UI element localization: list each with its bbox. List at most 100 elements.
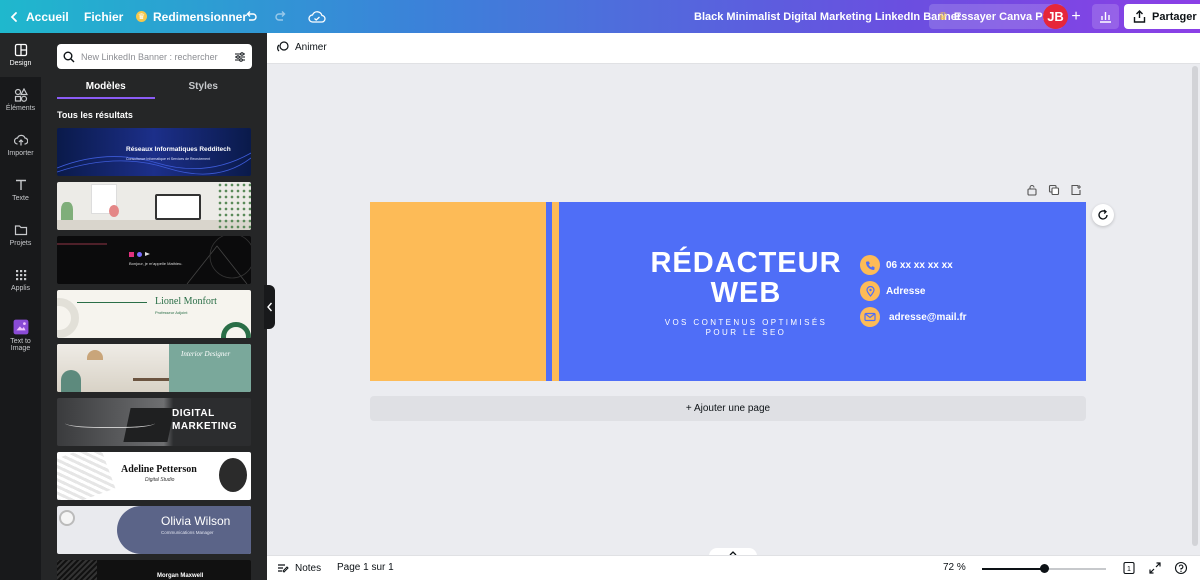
plus-icon: + [1071,7,1081,25]
rail-label: Applis [10,285,31,292]
filter-icon[interactable] [234,51,246,63]
notes-button[interactable]: Notes [277,562,321,574]
template-thumbnail[interactable]: Morgan Maxwell [57,560,251,580]
elements-icon [14,88,28,102]
address-text: Adresse [886,285,926,297]
redo-button[interactable] [274,0,288,33]
help-icon[interactable] [1174,561,1188,575]
undo-button[interactable] [244,0,258,33]
page-count-icon[interactable]: 1 [1122,561,1136,575]
template-title: Réseaux Informatiques Redditech [126,146,231,153]
email-text: adresse@mail.fr [889,311,967,323]
lamp-decoration [87,350,103,360]
template-title: Morgan Maxwell [157,573,204,579]
template-thumbnail[interactable]: Lionel Monfort Professeur Adjoint [57,290,251,338]
lock-icon[interactable] [1026,184,1038,196]
zoom-slider-handle[interactable] [1039,564,1049,573]
animate-button[interactable]: Animer [277,41,327,53]
add-page-button[interactable]: + Ajouter une page [370,396,1086,421]
template-subtitle: Professeur Adjoint [155,310,188,315]
template-thumbnail[interactable]: DIGITAL MARKETING [57,398,251,446]
yellow-block [370,202,546,381]
chevron-left-icon [266,302,272,312]
avatar[interactable]: JB [1043,4,1068,29]
fullscreen-icon[interactable] [1148,561,1162,575]
resize-button[interactable]: ♛ Redimensionner [136,0,247,33]
upload-icon [13,134,28,146]
folder-icon [14,225,27,236]
keyboard-decoration [57,452,116,500]
notes-label: Notes [295,562,322,574]
dots-decoration [217,182,251,230]
duplicate-icon[interactable] [1048,184,1060,196]
regenerate-button[interactable] [1092,204,1114,226]
rail-item-design[interactable]: Design [0,33,41,77]
document-title[interactable]: Black Minimalist Digital Marketing Linke… [694,0,961,33]
home-button[interactable]: Accueil [8,0,69,33]
panel-tabs: Modèles Styles [57,79,252,99]
chevron-left-icon [10,11,17,22]
shape-icon [129,252,134,257]
tab-templates[interactable]: Modèles [57,79,155,99]
contact-phone[interactable]: 06 xx xx xx xx [860,255,953,275]
cloud-check-icon [308,10,326,23]
template-thumbnail[interactable]: Interior Designer [57,344,251,392]
portrait-decoration [219,458,247,492]
collapse-panel-button[interactable] [264,285,275,329]
template-thumbnail[interactable] [57,182,251,230]
search-input[interactable] [81,51,221,62]
contact-address[interactable]: Adresse [860,281,925,301]
rail-item-apps[interactable]: Applis [0,258,41,302]
canvas-scrollbar[interactable] [1192,66,1198,546]
clock-decoration [59,510,75,526]
template-subtitle: MARKETING [172,421,238,432]
template-thumbnail[interactable]: Réseaux Informatiques Redditech Consulta… [57,128,251,176]
zoom-slider[interactable] [982,564,1106,573]
page-indicator[interactable]: Page 1 sur 1 [337,562,394,573]
add-page-icon[interactable] [1070,184,1082,196]
laptop-decoration [155,194,201,220]
tab-styles[interactable]: Styles [155,79,253,99]
template-title: Olivia Wilson [161,514,231,528]
bottom-bar: Notes Page 1 sur 1 72 % 1 [267,555,1200,580]
share-button[interactable]: Partager [1124,4,1200,29]
share-icon [1133,10,1146,23]
rail-item-upload[interactable]: Importer [0,123,41,167]
rail-label: Importer [7,150,34,157]
resize-label: Redimensionner [153,9,248,24]
template-title: Adeline Petterson [121,464,197,475]
rail-item-projects[interactable]: Projets [0,213,41,257]
rail-item-elements[interactable]: Éléments [0,78,41,122]
insights-button[interactable] [1092,4,1119,29]
template-title: Interior Designer [181,350,231,358]
context-toolbar: Animer [267,33,1200,64]
banner-title[interactable]: RÉDACTEUR WEB [641,248,851,308]
template-thumbnail[interactable]: Olivia Wilson Communications Manager [57,506,251,554]
zoom-slider-fill [982,568,1044,570]
save-status-button[interactable] [308,0,326,33]
text-to-image-icon [13,319,28,334]
banner-subtitle[interactable]: VOS CONTENUS OPTIMISÉS POUR LE SEO [641,318,851,338]
contact-email[interactable]: adresse@mail.fr [860,307,967,327]
zoom-level[interactable]: 72 % [943,562,966,573]
rail-item-text-to-image[interactable]: Text to Image [0,313,41,357]
rail-item-text[interactable]: Texte [0,168,41,212]
file-menu-button[interactable]: Fichier [84,0,123,33]
home-label: Accueil [26,9,69,24]
add-collaborator-button[interactable]: + [1068,4,1084,29]
apps-icon [15,270,26,281]
text-icon [15,179,26,190]
template-subtitle: Communications Manager [161,530,214,535]
rail-label: Text to Image [10,337,31,352]
design-canvas[interactable]: RÉDACTEUR WEB VOS CONTENUS OPTIMISÉS POU… [370,202,1086,381]
template-title: DIGITAL [172,408,215,419]
search-icon [63,51,75,62]
template-title: Bonjour, je m'appelle Mathieu. [129,261,183,266]
design-icon [14,43,27,57]
template-thumbnail[interactable]: Adeline Petterson Digital Studio [57,452,251,500]
animate-icon [277,41,289,52]
bar-chart-icon [1100,12,1111,23]
template-thumbnail[interactable]: Bonjour, je m'appelle Mathieu. [57,236,251,284]
banner-subtitle-line1: VOS CONTENUS OPTIMISÉS [664,318,828,327]
refresh-icon [1098,209,1108,220]
